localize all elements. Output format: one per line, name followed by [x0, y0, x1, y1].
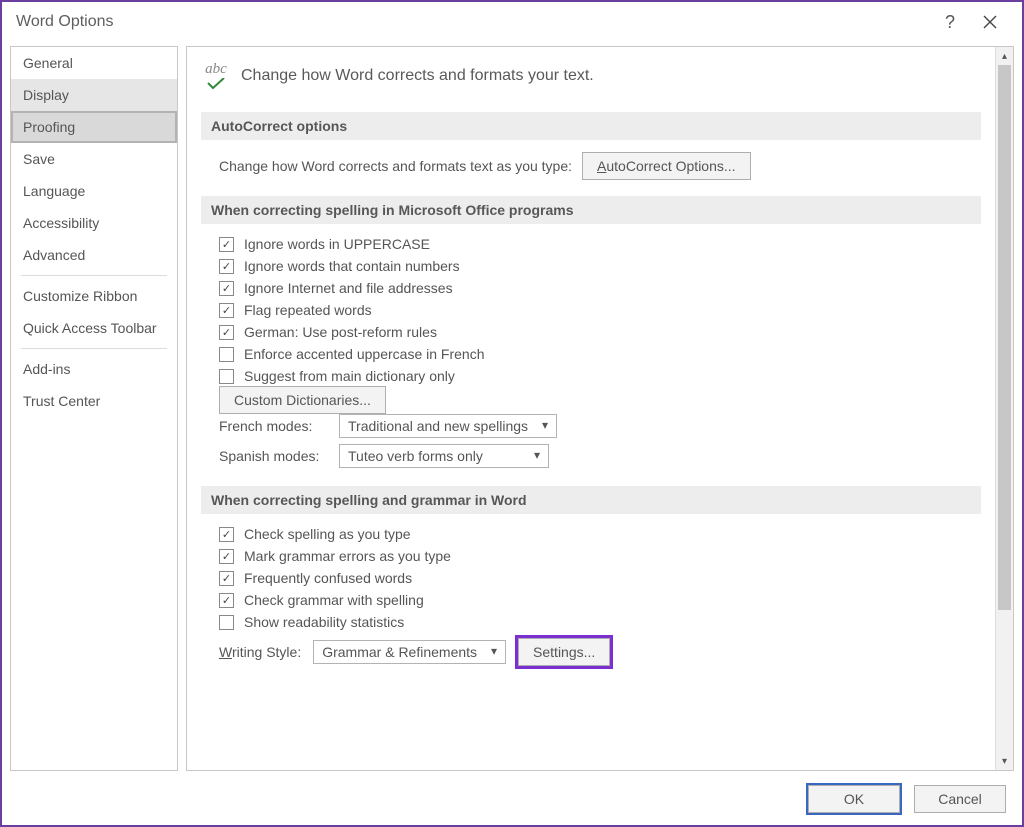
check-row: Mark grammar errors as you type	[219, 548, 981, 564]
check-row: Check grammar with spelling	[219, 592, 981, 608]
checkbox[interactable]	[219, 369, 234, 384]
intro-row: abc Change how Word corrects and formats…	[201, 51, 981, 106]
dialog-body: GeneralDisplayProofingSaveLanguageAccess…	[2, 42, 1022, 775]
scroll-thumb[interactable]	[998, 65, 1011, 610]
checkbox-label: Check spelling as you type	[244, 526, 411, 542]
checkbox-label: Flag repeated words	[244, 302, 372, 318]
checkbox[interactable]	[219, 303, 234, 318]
checkbox-label: German: Use post-reform rules	[244, 324, 437, 340]
sidebar-item-add-ins[interactable]: Add-ins	[11, 353, 177, 385]
intro-text: Change how Word corrects and formats you…	[241, 67, 594, 85]
french-modes-select[interactable]: Traditional and new spellings	[339, 414, 557, 438]
sidebar-item-trust-center[interactable]: Trust Center	[11, 385, 177, 417]
settings-button[interactable]: Settings...	[518, 638, 610, 666]
sidebar-item-proofing[interactable]: Proofing	[11, 111, 177, 143]
checkbox-label: Show readability statistics	[244, 614, 404, 630]
checkbox[interactable]	[219, 527, 234, 542]
checkbox[interactable]	[219, 347, 234, 362]
checkbox-label: Suggest from main dictionary only	[244, 368, 455, 384]
window-title: Word Options	[16, 13, 114, 31]
section-office-header: When correcting spelling in Microsoft Of…	[201, 196, 981, 224]
check-row: Show readability statistics	[219, 614, 981, 630]
scroll-down-icon[interactable]: ▾	[996, 752, 1013, 770]
french-modes-row: French modes: Traditional and new spelli…	[219, 414, 981, 438]
content: abc Change how Word corrects and formats…	[187, 47, 995, 770]
dialog-footer: OK Cancel	[2, 775, 1022, 825]
scroll-up-icon[interactable]: ▴	[996, 47, 1013, 65]
sidebar-item-general[interactable]: General	[11, 47, 177, 79]
checkbox-label: Frequently confused words	[244, 570, 412, 586]
section-word-header: When correcting spelling and grammar in …	[201, 486, 981, 514]
check-row: Ignore words that contain numbers	[219, 258, 981, 274]
check-row: German: Use post-reform rules	[219, 324, 981, 340]
check-row: Ignore words in UPPERCASE	[219, 236, 981, 252]
autocorrect-options-button[interactable]: AutoCorrect Options...	[582, 152, 751, 180]
sidebar-separator	[21, 348, 167, 349]
check-row: Check spelling as you type	[219, 526, 981, 542]
checkbox[interactable]	[219, 237, 234, 252]
sidebar-item-customize-ribbon[interactable]: Customize Ribbon	[11, 280, 177, 312]
checkbox[interactable]	[219, 281, 234, 296]
checkbox[interactable]	[219, 259, 234, 274]
sidebar-item-advanced[interactable]: Advanced	[11, 239, 177, 271]
checkbox-label: Enforce accented uppercase in French	[244, 346, 484, 362]
check-row: Suggest from main dictionary only	[219, 368, 981, 384]
checkbox-label: Mark grammar errors as you type	[244, 548, 451, 564]
autocorrect-row: Change how Word corrects and formats tex…	[201, 152, 981, 180]
sidebar-item-quick-access-toolbar[interactable]: Quick Access Toolbar	[11, 312, 177, 344]
sidebar-separator	[21, 275, 167, 276]
sidebar-item-save[interactable]: Save	[11, 143, 177, 175]
checkbox[interactable]	[219, 615, 234, 630]
help-button[interactable]: ?	[930, 2, 970, 42]
sidebar-item-accessibility[interactable]: Accessibility	[11, 207, 177, 239]
titlebar: Word Options ?	[2, 2, 1022, 42]
proofing-icon: abc	[201, 61, 231, 90]
writing-style-select[interactable]: Grammar & Refinements	[313, 640, 506, 664]
check-row: Ignore Internet and file addresses	[219, 280, 981, 296]
content-wrap: abc Change how Word corrects and formats…	[186, 46, 1014, 771]
checkbox[interactable]	[219, 571, 234, 586]
check-row: Frequently confused words	[219, 570, 981, 586]
check-row: Enforce accented uppercase in French	[219, 346, 981, 362]
checkbox-label: Ignore words that contain numbers	[244, 258, 460, 274]
custom-dictionaries-button[interactable]: Custom Dictionaries...	[219, 386, 386, 414]
spanish-modes-label: Spanish modes:	[219, 448, 325, 464]
french-modes-label: French modes:	[219, 418, 325, 434]
checkbox-label: Check grammar with spelling	[244, 592, 424, 608]
check-row: Flag repeated words	[219, 302, 981, 318]
spanish-modes-select[interactable]: Tuteo verb forms only	[339, 444, 549, 468]
checkbox-label: Ignore words in UPPERCASE	[244, 236, 430, 252]
writing-style-row: Writing Style: Grammar & Refinements Set…	[219, 638, 981, 666]
sidebar-item-display[interactable]: Display	[11, 79, 177, 111]
sidebar-item-language[interactable]: Language	[11, 175, 177, 207]
close-button[interactable]	[970, 2, 1010, 42]
section-autocorrect-header: AutoCorrect options	[201, 112, 981, 140]
checkbox-label: Ignore Internet and file addresses	[244, 280, 453, 296]
autocorrect-text: Change how Word corrects and formats tex…	[219, 158, 572, 174]
checkbox[interactable]	[219, 325, 234, 340]
scrollbar[interactable]: ▴ ▾	[995, 47, 1013, 770]
close-icon	[983, 15, 997, 29]
writing-style-label: Writing Style:	[219, 644, 301, 660]
sidebar: GeneralDisplayProofingSaveLanguageAccess…	[10, 46, 178, 771]
checkbox[interactable]	[219, 549, 234, 564]
ok-button[interactable]: OK	[808, 785, 900, 813]
cancel-button[interactable]: Cancel	[914, 785, 1006, 813]
checkbox[interactable]	[219, 593, 234, 608]
spanish-modes-row: Spanish modes: Tuteo verb forms only	[219, 444, 981, 468]
